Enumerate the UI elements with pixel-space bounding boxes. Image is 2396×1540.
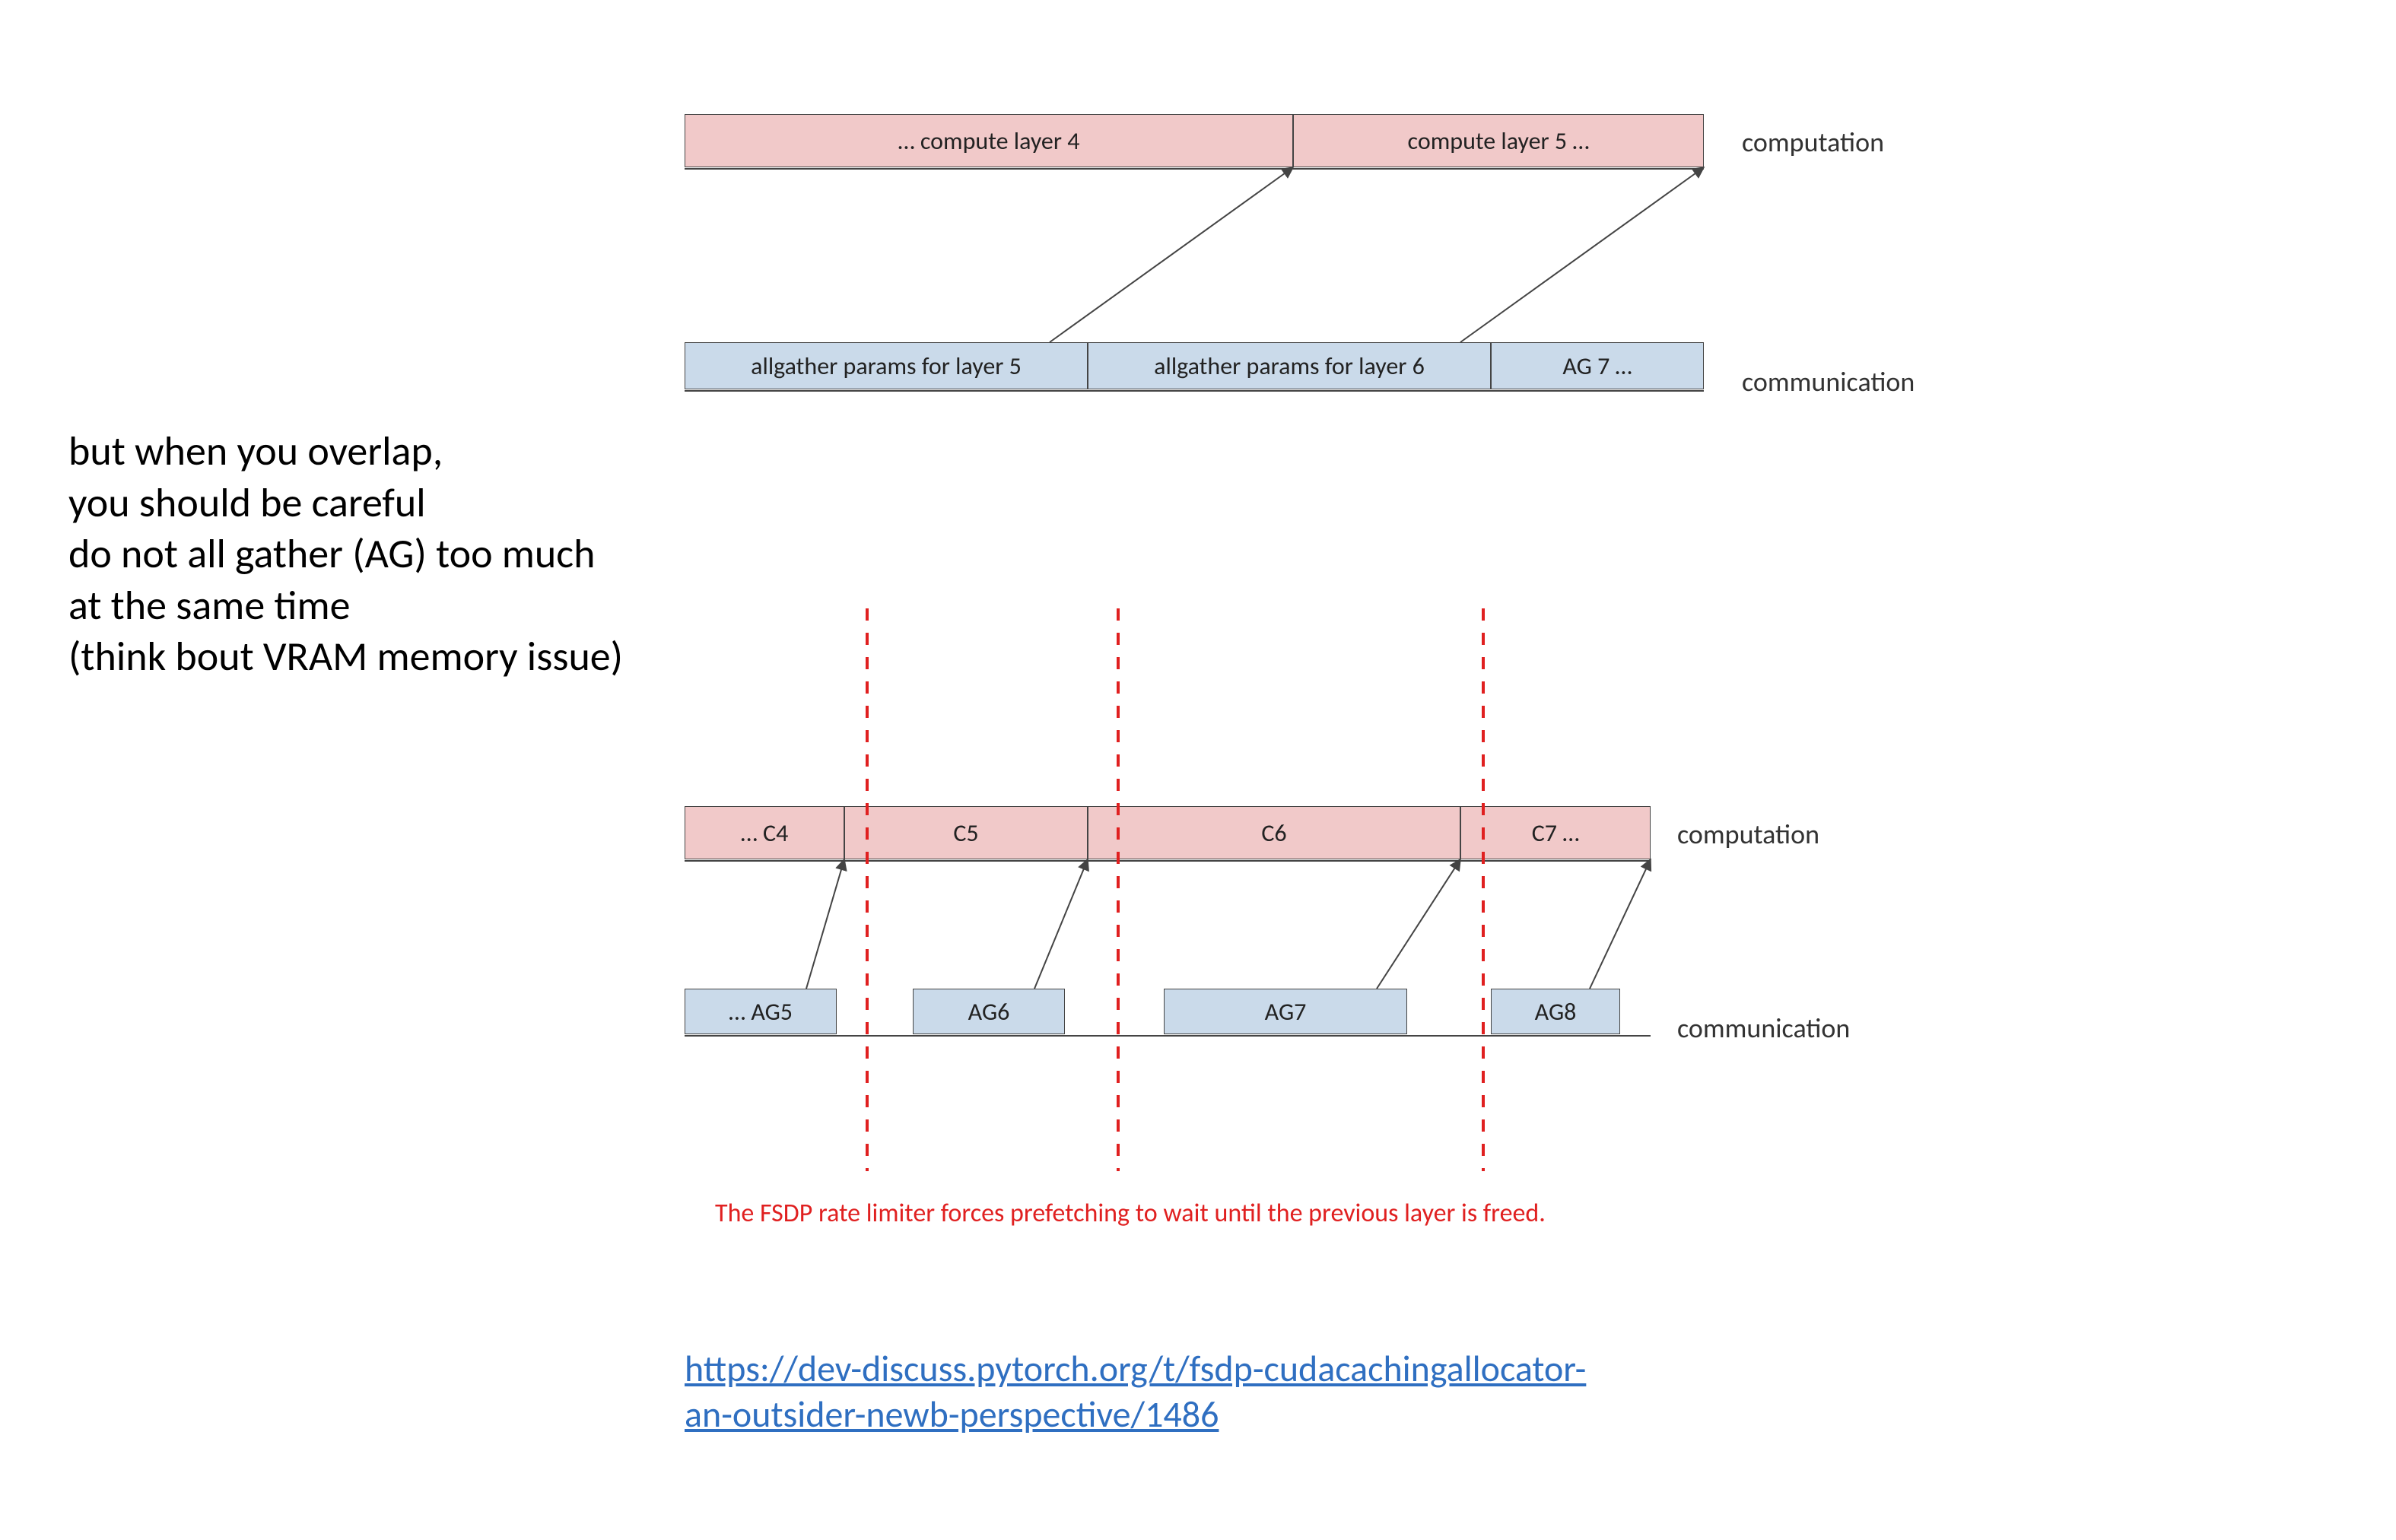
d1-ag-layer6: allgather params for layer 6 bbox=[1088, 342, 1491, 389]
d2-compute-lane-label: computation bbox=[1677, 818, 1819, 851]
slide: but when you overlap, you should be care… bbox=[0, 0, 2396, 1540]
box-label: AG 7 … bbox=[1562, 351, 1632, 381]
d1-compute-layer4: … compute layer 4 bbox=[685, 114, 1293, 167]
annotation-line: you should be careful bbox=[68, 478, 623, 529]
link-line: https://dev-discuss.pytorch.org/t/fsdp-c… bbox=[685, 1346, 1586, 1391]
d2-ag6: AG6 bbox=[913, 989, 1065, 1034]
box-label: C7 … bbox=[1532, 818, 1580, 848]
d2-c6: C6 bbox=[1088, 806, 1460, 859]
d2-c4: … C4 bbox=[685, 806, 844, 859]
box-label: AG8 bbox=[1535, 997, 1577, 1027]
d1-compute-lane-label: computation bbox=[1742, 125, 1884, 159]
link-line: an-outsider-newb-perspective/1486 bbox=[685, 1392, 1219, 1437]
source-link-anchor[interactable]: https://dev-discuss.pytorch.org/t/fsdp-c… bbox=[685, 1346, 1586, 1437]
d1-compute-layer5: compute layer 5 … bbox=[1293, 114, 1704, 167]
annotation-line: at the same time bbox=[68, 580, 623, 632]
annotation-text: but when you overlap, you should be care… bbox=[68, 426, 623, 683]
box-label: C5 bbox=[953, 818, 978, 848]
d2-c7: C7 … bbox=[1460, 806, 1651, 859]
d1-ag-layer5: allgather params for layer 5 bbox=[685, 342, 1088, 389]
d2-wires bbox=[0, 0, 2396, 1540]
d1-ag-layer7: AG 7 … bbox=[1491, 342, 1704, 389]
d2-ag7: AG7 bbox=[1164, 989, 1407, 1034]
d2-comm-lane-label: communication bbox=[1677, 1011, 1850, 1045]
box-label: C6 bbox=[1261, 818, 1286, 848]
d2-c5: C5 bbox=[844, 806, 1088, 859]
box-label: AG7 bbox=[1265, 997, 1307, 1027]
box-label: … AG5 bbox=[729, 997, 793, 1027]
source-link[interactable]: https://dev-discuss.pytorch.org/t/fsdp-c… bbox=[685, 1346, 1586, 1437]
annotation-line: (think bout VRAM memory issue) bbox=[68, 631, 623, 683]
d1-comm-lane-label: communication bbox=[1742, 365, 1915, 398]
d2-ag8: AG8 bbox=[1491, 989, 1620, 1034]
box-label: allgather params for layer 5 bbox=[751, 351, 1022, 381]
d2-caption: The FSDP rate limiter forces prefetching… bbox=[715, 1198, 1546, 1229]
annotation-line: do not all gather (AG) too much bbox=[68, 529, 623, 580]
d2-ag5: … AG5 bbox=[685, 989, 837, 1034]
annotation-line: but when you overlap, bbox=[68, 426, 623, 478]
box-label: … compute layer 4 bbox=[898, 126, 1080, 156]
box-label: … C4 bbox=[741, 818, 789, 848]
box-label: compute layer 5 … bbox=[1408, 126, 1590, 156]
box-label: AG6 bbox=[968, 997, 1010, 1027]
d1-wires bbox=[0, 0, 2396, 1540]
box-label: allgather params for layer 6 bbox=[1154, 351, 1425, 381]
